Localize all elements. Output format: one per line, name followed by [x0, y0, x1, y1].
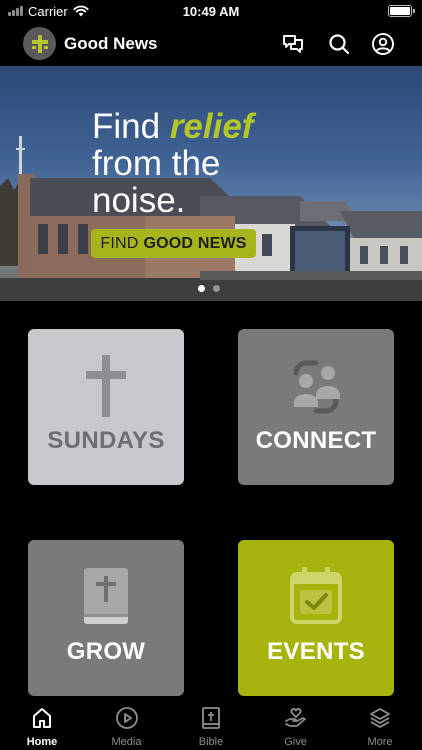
chat-icon[interactable]: [281, 32, 305, 56]
find-button-bold: GOOD NEWS: [143, 234, 247, 252]
tile-connect[interactable]: CONNECT: [238, 329, 394, 485]
play-icon: [115, 707, 138, 729]
tab-bar: Home Media Bible Give More: [0, 700, 422, 750]
tab-more[interactable]: More: [351, 700, 409, 750]
logo-cross-icon: [31, 34, 48, 53]
app-header: Good News: [0, 22, 422, 66]
tab-label: More: [367, 736, 393, 748]
tab-media[interactable]: Media: [98, 700, 156, 750]
bible-icon: [202, 707, 220, 729]
give-icon: [284, 707, 306, 727]
carousel-dots[interactable]: [198, 285, 220, 292]
people-icon: [293, 360, 340, 414]
headline-line3: noise.: [92, 181, 186, 220]
tile-label: CONNECT: [255, 427, 377, 454]
tab-bible[interactable]: Bible: [182, 700, 240, 750]
tab-label: Media: [111, 736, 142, 748]
tab-label: Give: [284, 736, 307, 748]
cross-icon: [86, 355, 126, 417]
tile-label: SUNDAYS: [47, 427, 165, 454]
layers-icon: [370, 708, 390, 728]
headline-line2: from the: [92, 144, 221, 183]
tab-label: Home: [26, 736, 58, 748]
hero-banner[interactable]: Find relief from the noise. FIND GOOD NEW…: [0, 66, 422, 301]
banner-headline: Find relief from the noise.: [92, 108, 253, 219]
calendar-check-icon: [290, 567, 342, 624]
tile-sundays[interactable]: SUNDAYS: [28, 329, 184, 485]
carousel-dot[interactable]: [213, 285, 220, 292]
app-logo: [23, 27, 56, 60]
find-good-news-button[interactable]: FIND GOOD NEWS: [91, 229, 256, 258]
headline-part1: Find: [92, 107, 170, 146]
tab-home[interactable]: Home: [13, 700, 71, 750]
profile-icon[interactable]: [371, 32, 395, 56]
tab-give[interactable]: Give: [267, 700, 325, 750]
tile-label: EVENTS: [267, 638, 365, 665]
headline-accent: relief: [169, 107, 254, 146]
battery-icon: [388, 5, 415, 17]
find-button-prefix: FIND: [100, 234, 139, 252]
app-title: Good News: [64, 34, 158, 53]
bible-icon: [84, 568, 128, 624]
status-time: 10:49 AM: [182, 3, 240, 19]
tile-grow[interactable]: GROW: [28, 540, 184, 696]
home-icon: [33, 708, 51, 728]
status-bar: Carrier 10:49 AM: [0, 0, 422, 22]
search-icon[interactable]: [327, 32, 351, 56]
tab-label: Bible: [198, 736, 224, 748]
tile-label: GROW: [66, 638, 146, 665]
tile-events[interactable]: EVENTS: [238, 540, 394, 696]
carousel-dot[interactable]: [198, 285, 205, 292]
